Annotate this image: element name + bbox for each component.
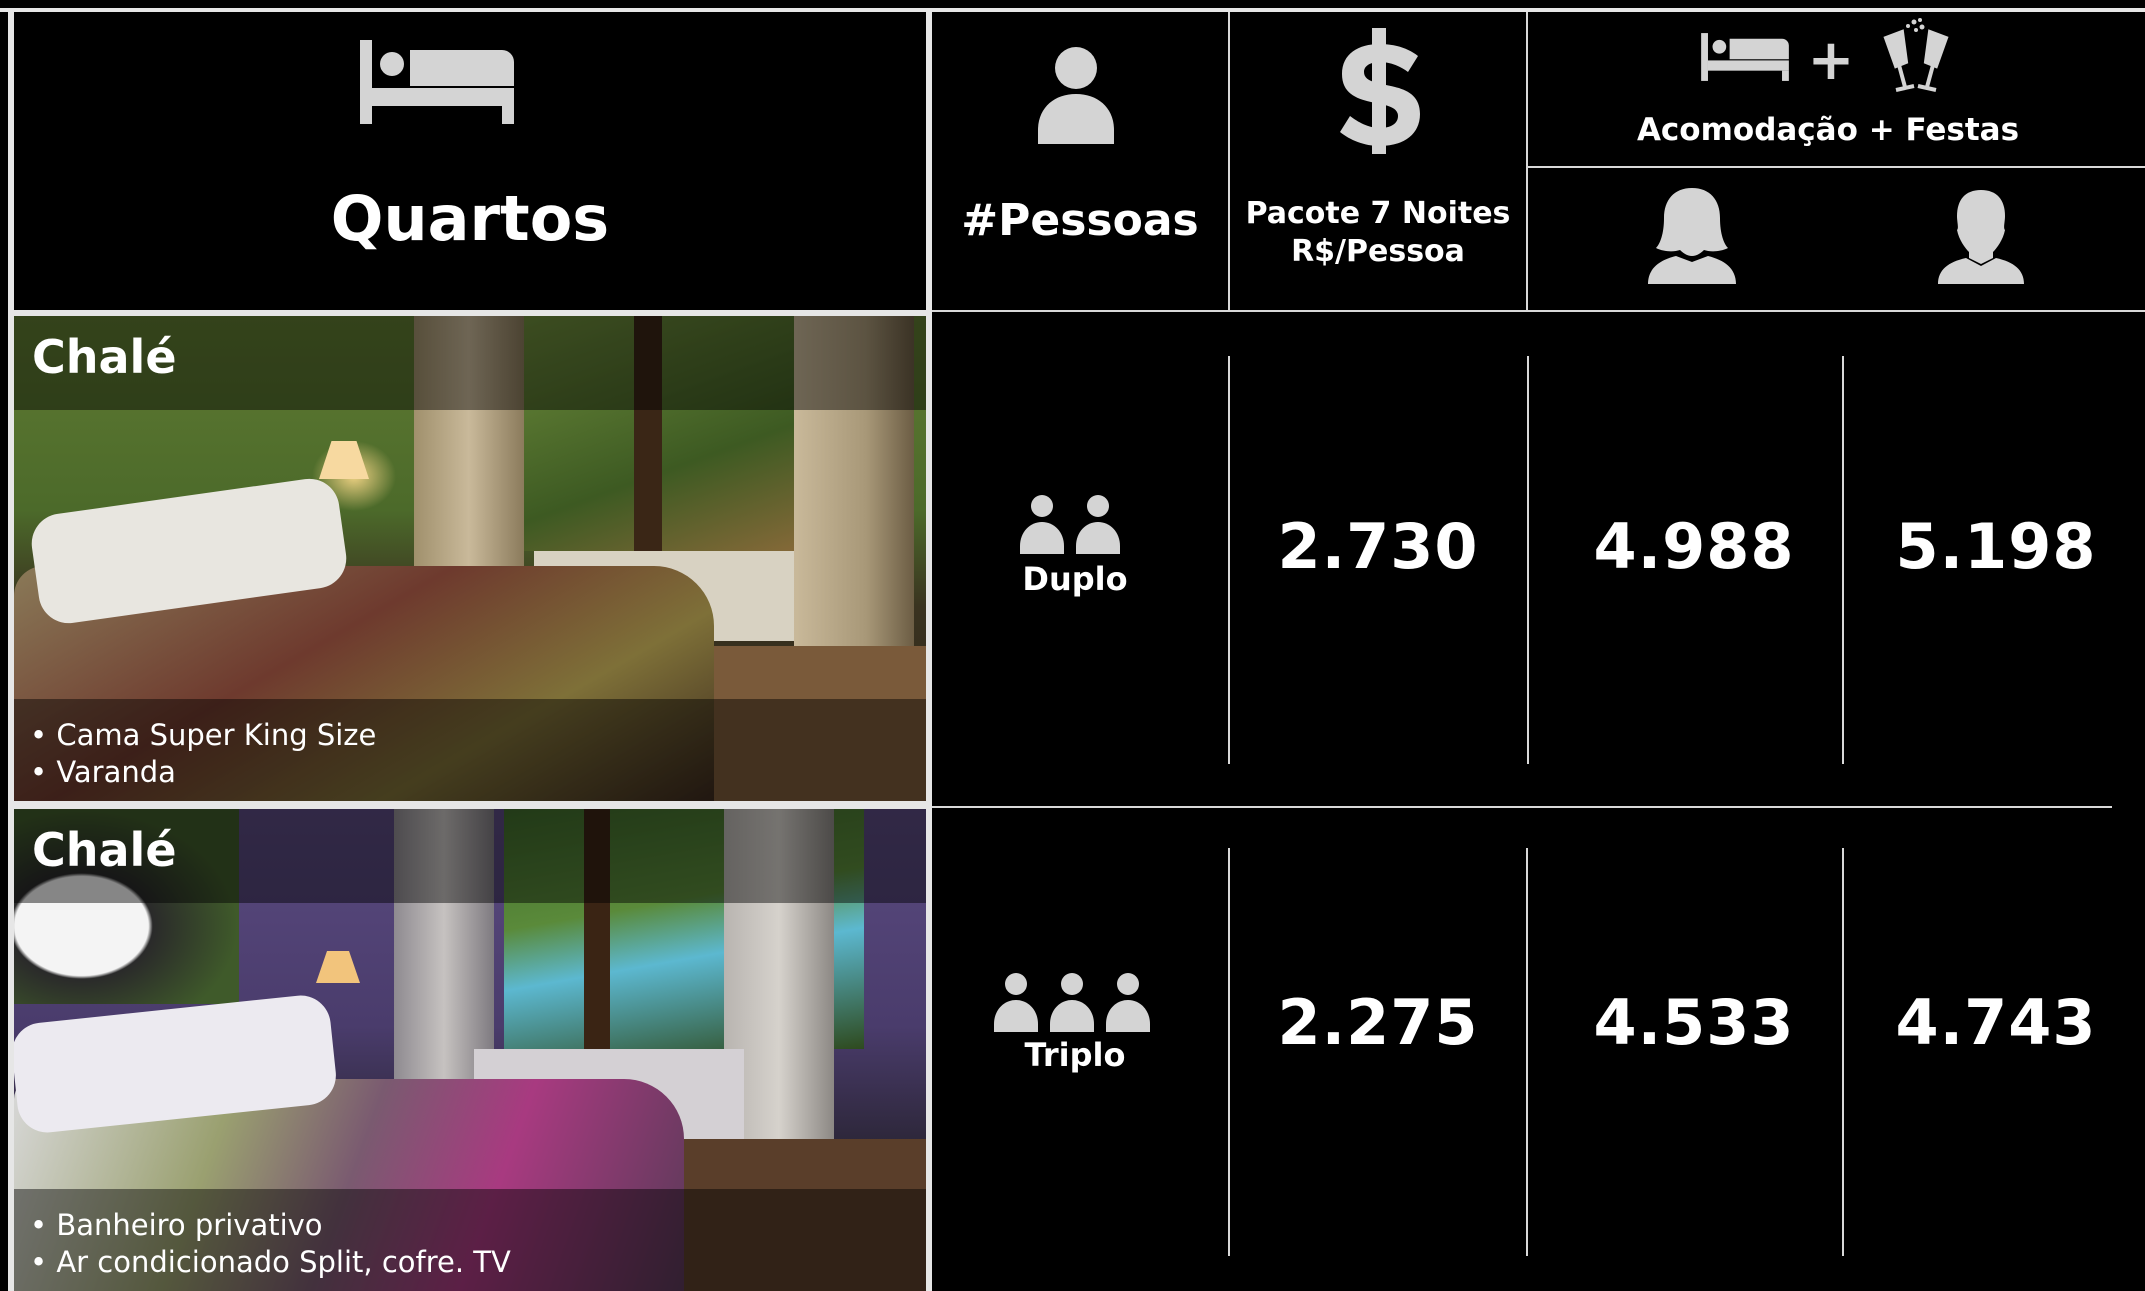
pacote-price: 2.275 — [1277, 986, 1479, 1059]
male-price: 4.743 — [1895, 986, 2097, 1059]
acomodacao-sub-divider — [1526, 166, 2145, 168]
rooms-separator — [8, 801, 928, 809]
two-persons-icon — [1020, 495, 1120, 554]
dollar-icon — [1340, 28, 1420, 154]
acomodacao-heading: Acomodação + Festas — [1636, 112, 2020, 148]
row-separator — [932, 806, 2112, 808]
bed-icon — [360, 40, 514, 124]
pacote-line2: R$/Pessoa — [1291, 234, 1465, 269]
room-feature-item: • Cama Super King Size — [30, 718, 377, 752]
female-price: 4.988 — [1593, 510, 1795, 583]
occupancy-label: Triplo — [1024, 1036, 1126, 1074]
pacote-line1: Pacote 7 Noites — [1245, 196, 1511, 231]
lamp-shade — [316, 951, 360, 983]
room-features: • Cama Super King Size • Varanda — [14, 699, 926, 801]
person-icon — [1038, 47, 1114, 144]
top-border — [0, 8, 2145, 12]
room-feature-item: • Varanda — [30, 755, 176, 789]
male-user-icon — [1938, 190, 2024, 284]
occupancy-label: Duplo — [1022, 560, 1128, 598]
header-divider-2 — [1526, 12, 1528, 310]
room-title: Chalé — [14, 809, 926, 903]
female-price: 4.533 — [1593, 986, 1795, 1059]
room-photo-chale-triplo: Chalé • Banheiro privativo • Ar condicio… — [14, 809, 926, 1291]
pacote-price: 2.730 — [1277, 510, 1479, 583]
champagne-icon — [1883, 18, 1949, 92]
header-bottom-line — [932, 310, 2145, 312]
room-feature-item: • Banheiro privativo — [30, 1208, 323, 1242]
plus-sign: + — [1807, 28, 1855, 93]
bed-small-icon — [1701, 33, 1789, 81]
female-user-icon — [1648, 188, 1736, 284]
room-title: Chalé — [14, 316, 926, 410]
pessoas-heading: #Pessoas — [961, 195, 1199, 246]
quartos-heading: Quartos — [330, 182, 610, 255]
room-photo-chale-duplo: Chalé • Cama Super King Size • Varanda — [14, 316, 926, 801]
lamp-shade — [319, 441, 369, 479]
room-features: • Banheiro privativo • Ar condicionado S… — [14, 1189, 926, 1291]
male-price: 5.198 — [1895, 510, 2097, 583]
room-feature-item: • Ar condicionado Split, cofre. TV — [30, 1245, 511, 1279]
three-persons-icon — [994, 973, 1150, 1032]
